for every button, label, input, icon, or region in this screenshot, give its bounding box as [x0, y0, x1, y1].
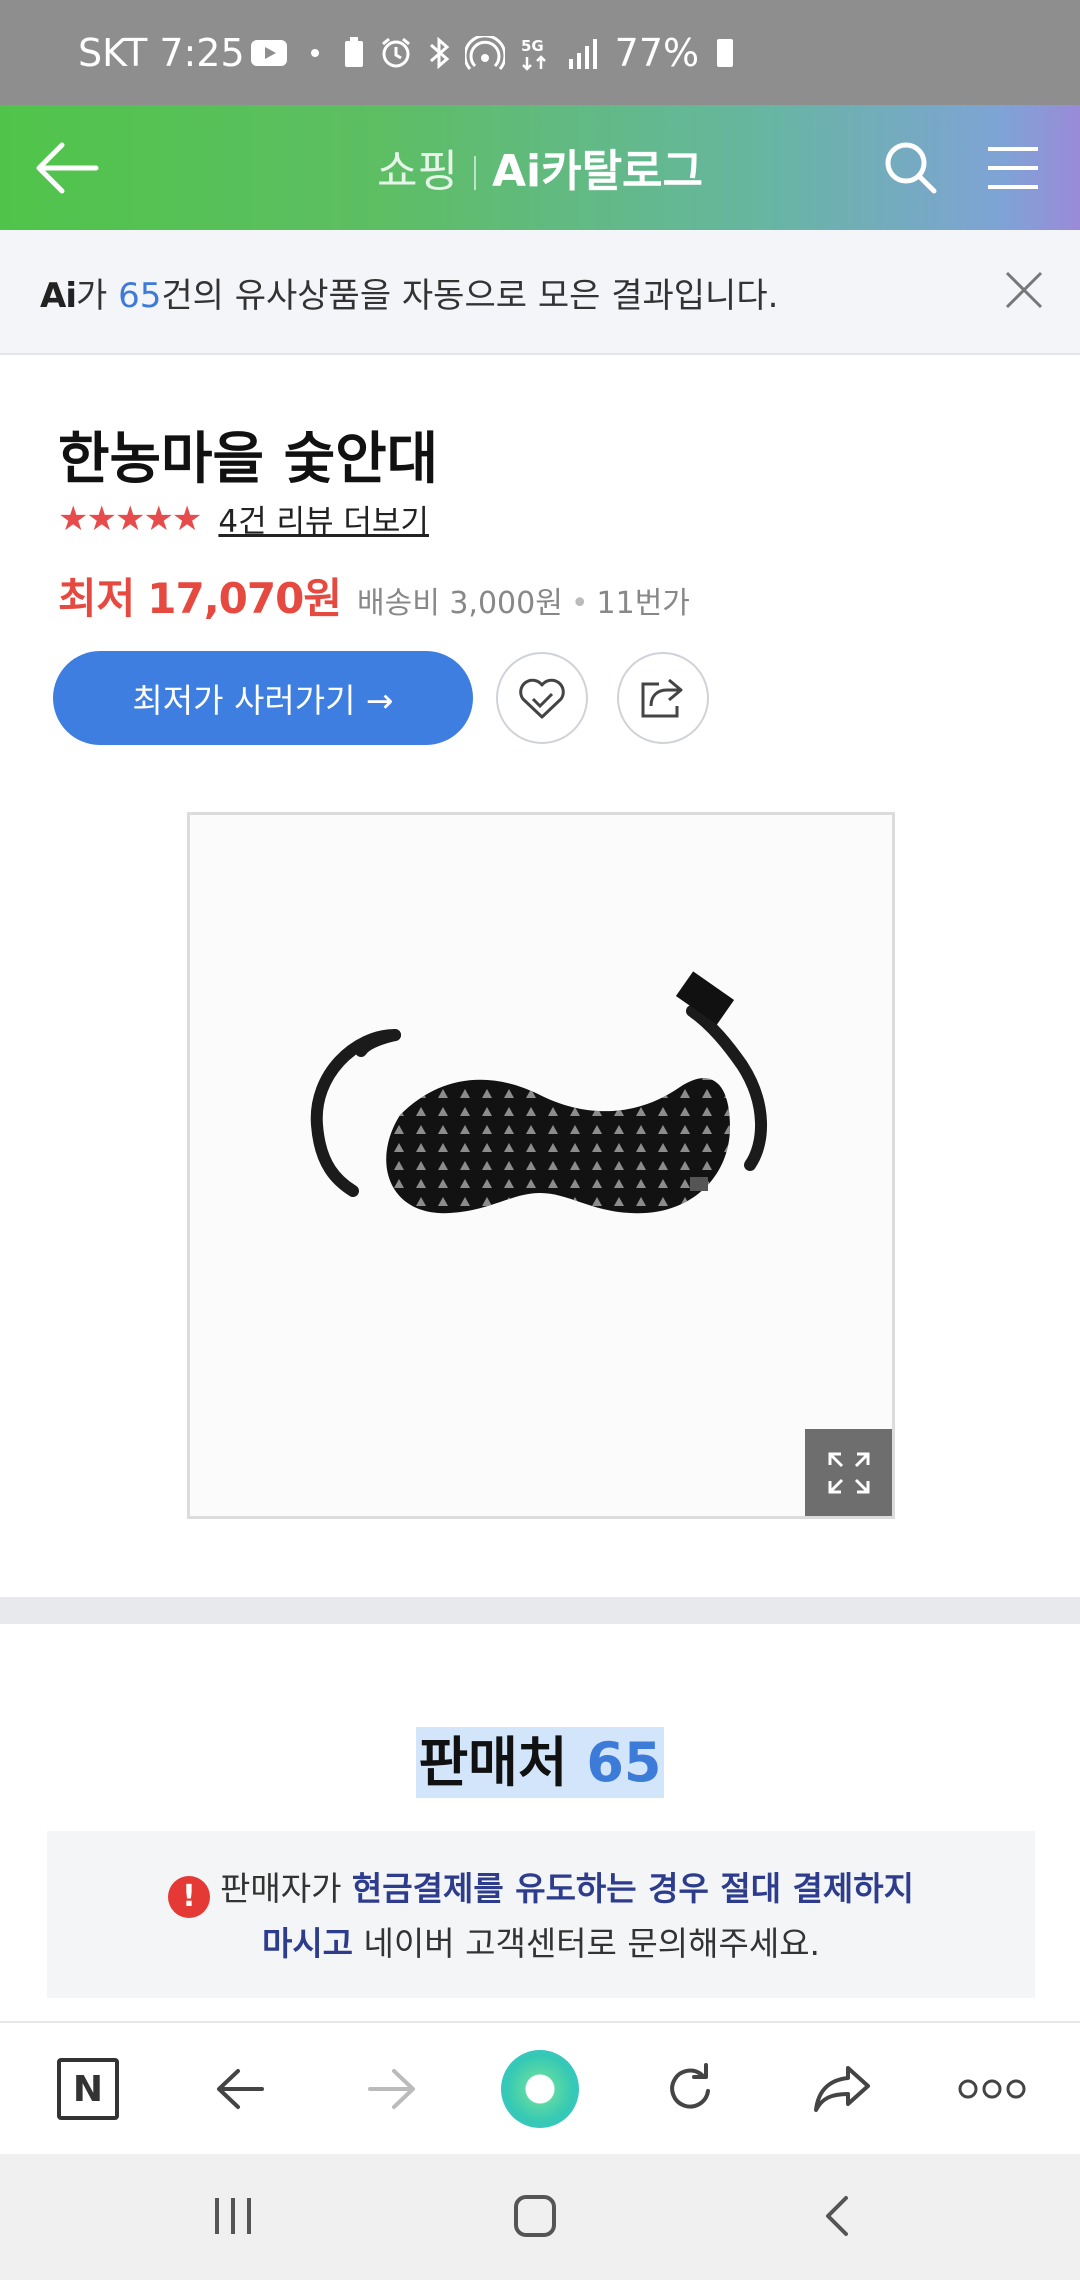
clock: 7:25	[159, 30, 245, 75]
warning-line2-emphasis: 마시고	[261, 1924, 354, 1963]
svg-text:5G: 5G	[521, 37, 544, 55]
expand-icon	[828, 1452, 869, 1493]
payment-warning: ! 판매자가 현금결제를 유도하는 경우 절대 결제하지 마시고 네이버 고객센터…	[47, 1831, 1035, 1998]
browser-back-button[interactable]	[200, 2049, 280, 2129]
more-icon	[958, 2079, 1026, 2099]
eye-mask-image	[310, 971, 768, 1214]
5g-icon: 5G	[521, 37, 546, 71]
title-separator	[473, 156, 476, 190]
expand-image-button[interactable]	[805, 1429, 892, 1516]
product-title: 한농마을 숯안대	[58, 427, 439, 492]
dot-icon	[310, 48, 319, 57]
back-arrow-icon	[217, 2069, 264, 2109]
search-icon	[885, 142, 937, 194]
separator-dot: •	[570, 586, 589, 621]
share-button[interactable]	[617, 652, 709, 744]
wishlist-button[interactable]	[496, 652, 588, 744]
lowest-price-label: 최저	[58, 574, 136, 623]
notice-prefix: 가	[75, 276, 119, 316]
ai-catalog-title: Ai카탈로그	[491, 146, 704, 197]
recent-apps-button[interactable]	[198, 2186, 268, 2246]
forward-arrow-icon	[368, 2069, 415, 2109]
seller-name: 11번가	[596, 586, 690, 621]
battery-percent: 77%	[614, 30, 700, 75]
system-nav-bar	[0, 2154, 1080, 2280]
heart-check-icon	[519, 678, 565, 719]
sellers-count: 65	[586, 1731, 662, 1794]
naver-home-button[interactable]: N	[48, 2049, 128, 2129]
carrier: SKT	[78, 30, 148, 75]
recent-apps-icon	[215, 2198, 251, 2234]
battery-icon	[717, 38, 734, 67]
app-header: 쇼핑 Ai카탈로그	[0, 105, 1080, 230]
refresh-button[interactable]	[650, 2049, 730, 2129]
alarm-icon	[381, 37, 410, 67]
green-dot-button[interactable]	[500, 2049, 580, 2129]
bluetooth-icon	[429, 36, 449, 69]
system-back-button[interactable]	[802, 2186, 872, 2246]
battery-saver-icon	[344, 36, 363, 67]
home-icon	[514, 2195, 556, 2237]
sellers-label: 판매처	[418, 1731, 568, 1794]
search-button[interactable]	[884, 141, 938, 195]
review-link[interactable]: 4건 리뷰 더보기	[218, 496, 429, 541]
lowest-price-value: 17,070원	[147, 574, 342, 623]
price-row: 최저 17,070원 배송비 3,000원 • 11번가	[58, 565, 690, 626]
section-divider	[0, 1597, 1080, 1624]
hamburger-menu-icon	[988, 147, 1038, 189]
rating-row: ★★★★★ 4건 리뷰 더보기	[58, 496, 429, 541]
notice-suffix: 건의 유사상품을 자동으로 모은 결과입니다.	[161, 276, 779, 316]
shipping-fee: 배송비 3,000원	[357, 586, 563, 621]
shipping-info: 배송비 3,000원 • 11번가	[357, 578, 690, 622]
signal-icon	[568, 38, 597, 69]
naver-home-icon: N	[57, 2058, 119, 2120]
refresh-icon	[670, 2063, 710, 2109]
warning-text: ! 판매자가 현금결제를 유도하는 경우 절대 결제하지 마시고 네이버 고객센터…	[47, 1863, 1035, 1970]
browser-toolbar: N	[0, 2021, 1080, 2154]
chevron-left-icon	[826, 2196, 848, 2236]
exclamation-icon: !	[167, 1876, 210, 1918]
ai-result-notice: Ai가 65건의 유사상품을 자동으로 모은 결과입니다.	[0, 230, 1080, 355]
hotspot-icon	[464, 35, 505, 70]
sellers-heading-text: 판매처 65	[416, 1727, 664, 1798]
shopping-label[interactable]: 쇼핑	[377, 146, 458, 197]
buy-lowest-price-button[interactable]: 최저가 사러가기 →	[53, 651, 473, 745]
ai-logo: Ai	[40, 276, 77, 316]
close-notice-button[interactable]	[1004, 270, 1044, 310]
menu-button[interactable]	[986, 145, 1040, 191]
more-button[interactable]	[952, 2049, 1032, 2129]
product-image[interactable]	[187, 812, 895, 1519]
browser-share-button[interactable]	[802, 2049, 882, 2129]
share-arrow-icon	[814, 2066, 870, 2112]
notice-count: 65	[118, 276, 162, 316]
warning-line2-suffix: 네이버 고객센터로 문의해주세요.	[353, 1924, 821, 1963]
sellers-heading: 판매처 65	[0, 1718, 1080, 1798]
share-icon	[641, 678, 683, 718]
home-button[interactable]	[500, 2186, 570, 2246]
warning-line1-prefix: 판매자가	[219, 1869, 352, 1908]
warning-line1-emphasis: 현금결제를 유도하는 경우 절대 결제하지	[351, 1869, 914, 1908]
close-icon	[1005, 271, 1043, 309]
notice-text: Ai가 65건의 유사상품을 자동으로 모은 결과입니다.	[40, 268, 778, 317]
status-bar: SKT 7:25 5G 77%	[0, 0, 1080, 105]
green-dot-icon	[501, 2050, 579, 2128]
status-icons: 5G 77%	[250, 30, 734, 75]
rating-stars: ★★★★★	[58, 498, 202, 539]
youtube-icon	[250, 39, 287, 66]
browser-forward-button[interactable]	[352, 2049, 432, 2129]
